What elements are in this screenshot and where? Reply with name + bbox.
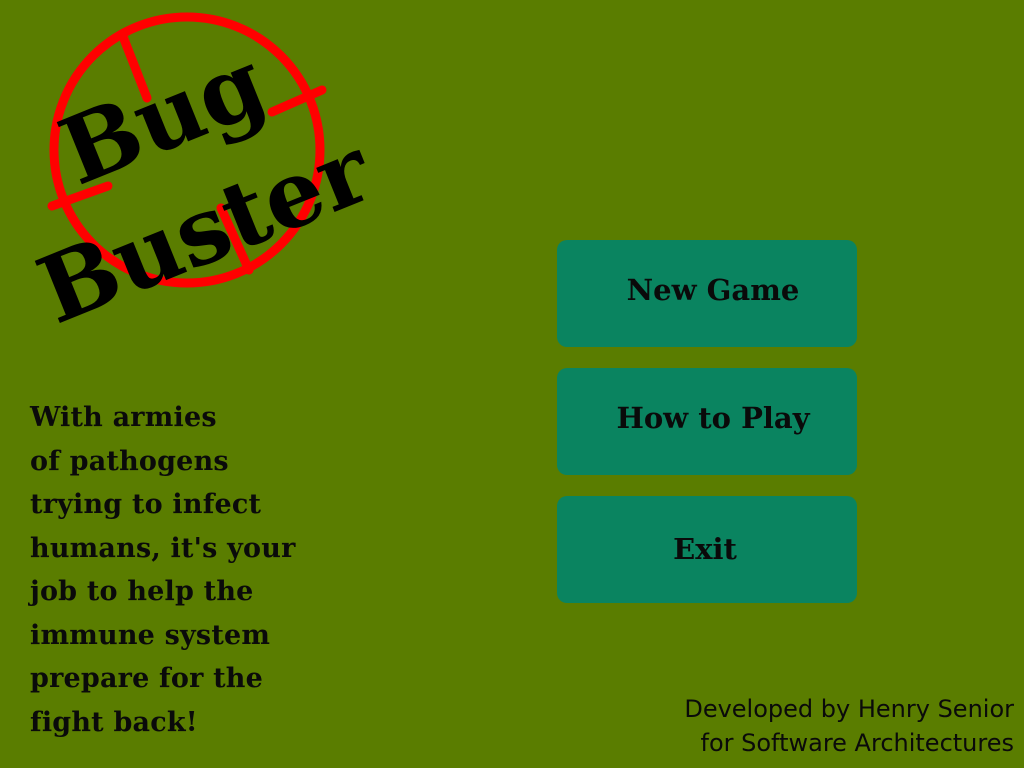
new-game-button[interactable]: New Game [557,240,857,347]
intro-line: prepare for the [30,663,263,694]
intro-line: immune system [30,619,271,651]
credits-line: Developed by Henry Senior [684,695,1014,723]
new-game-label: New Game [626,272,800,307]
game-logo: Bug Buster [0,0,410,340]
intro-line: trying to infect [30,489,262,520]
credits-line: for Software Architectures [700,729,1015,757]
intro-line: job to help the [30,576,254,607]
credits: Developed by Henry Senior for Software A… [684,692,1014,760]
intro-text: With armies of pathogens trying to infec… [30,396,390,744]
intro-line: With armies [30,402,217,433]
exit-button[interactable]: Exit [557,496,857,603]
how-to-play-label: How to Play [616,400,810,435]
intro-line: fight back! [30,706,198,738]
how-to-play-button[interactable]: How to Play [557,368,857,475]
exit-label: Exit [673,531,737,566]
intro-line: of pathogens [30,445,229,477]
intro-line: humans, it's your [30,532,296,564]
